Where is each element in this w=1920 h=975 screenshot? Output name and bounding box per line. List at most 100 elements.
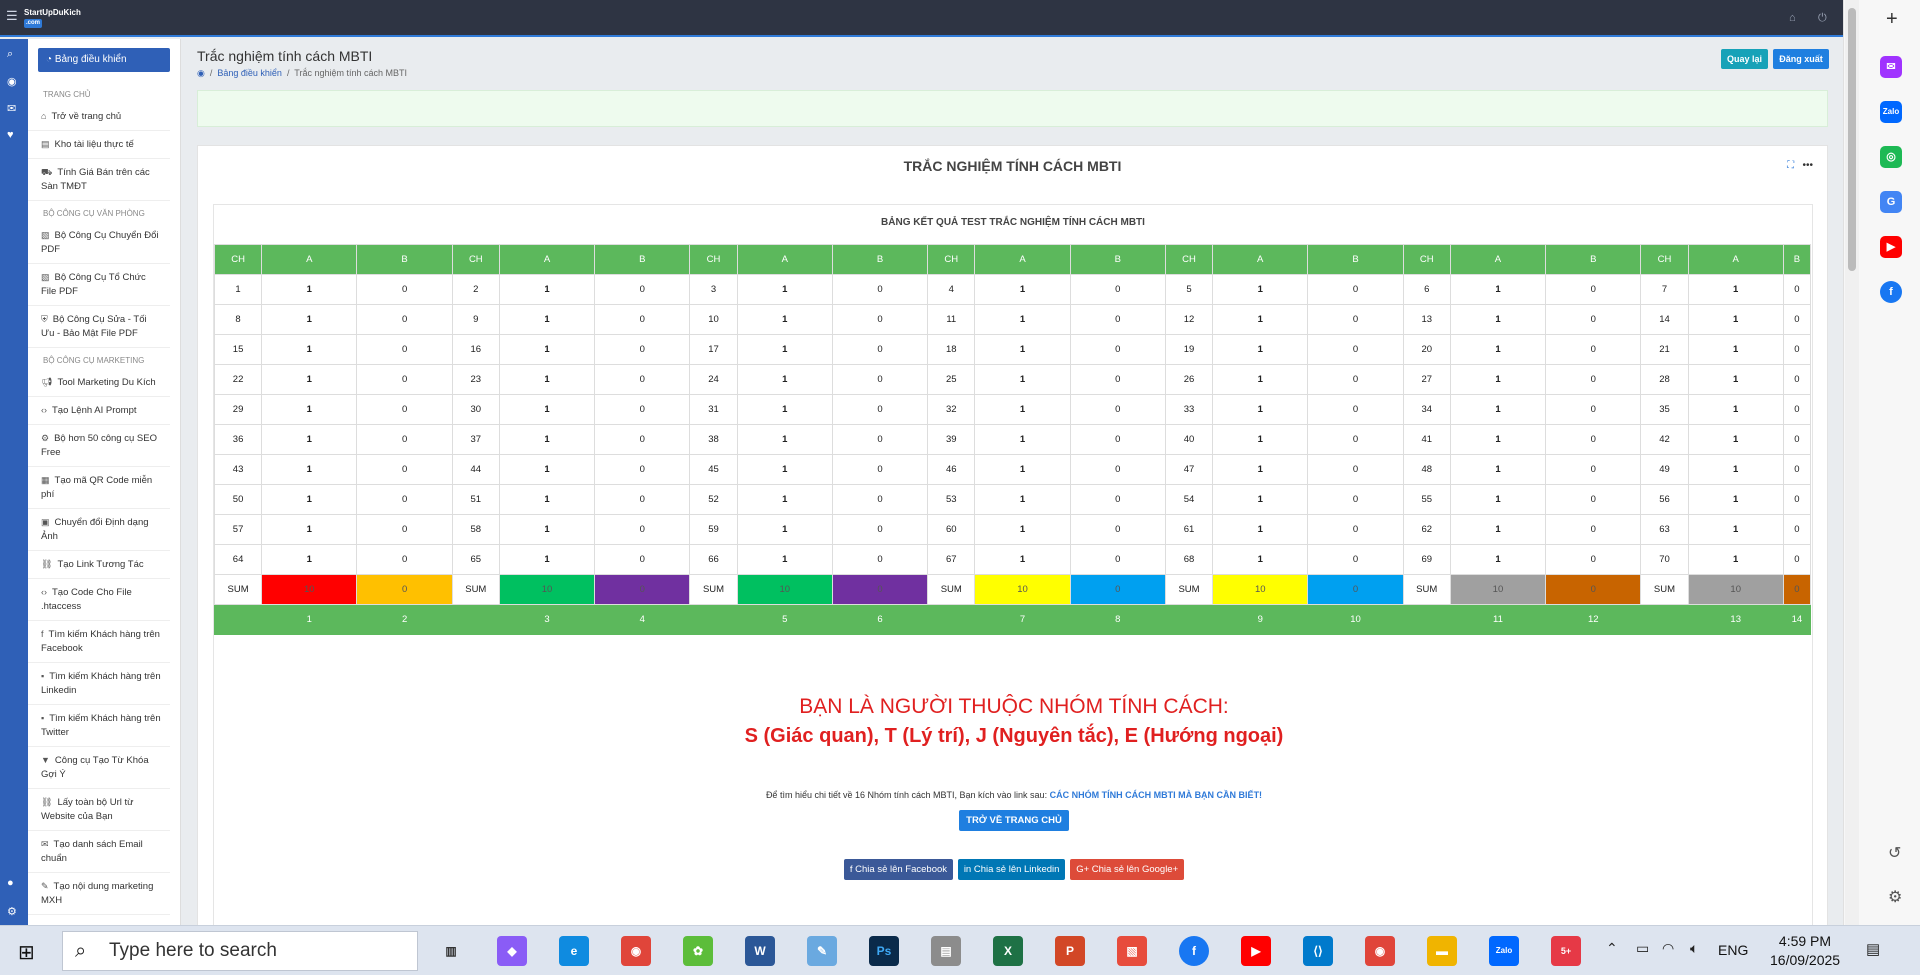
wifi-icon[interactable]: ◠ bbox=[1662, 940, 1674, 957]
notepad-icon[interactable]: ▤ bbox=[931, 936, 961, 966]
footer-number-cell: 5 bbox=[736, 604, 833, 635]
answer-a-cell: 1 bbox=[736, 394, 833, 425]
copilot-icon[interactable]: ◆ bbox=[497, 936, 527, 966]
vscode-icon[interactable]: ⟨⟩ bbox=[1303, 936, 1333, 966]
zalo-icon[interactable]: Zalo bbox=[1880, 101, 1902, 123]
sidebar-item[interactable]: ▪ Tìm kiếm Khách hàng trên Linkedin bbox=[28, 663, 170, 705]
sidebar-item[interactable]: ✉ Tạo danh sách Email chuẩn bbox=[28, 831, 170, 873]
sidebar-item[interactable]: ⛟ Tính Giá Bán trên các Sàn TMĐT bbox=[28, 159, 170, 201]
messenger-icon[interactable]: ✉ bbox=[1880, 56, 1902, 78]
sidebar-item[interactable]: ▼ Công cụ Tạo Từ Khóa Gợi Ý bbox=[28, 747, 170, 789]
clock[interactable]: 4:59 PM 16/09/2025 bbox=[1770, 932, 1840, 970]
breadcrumb-home[interactable]: Bảng điều khiển bbox=[217, 68, 282, 78]
sidebar-item[interactable]: 📢︎ Tool Marketing Du Kích bbox=[28, 369, 170, 397]
answer-b-cell: 0 bbox=[1069, 364, 1166, 395]
pdf-icon[interactable]: ▧ bbox=[1117, 936, 1147, 966]
sidebar-item[interactable]: ‹› Tạo Code Cho File .htaccess bbox=[28, 579, 170, 621]
answer-b-cell: 0 bbox=[1069, 334, 1166, 365]
answer-b-cell: 0 bbox=[1782, 484, 1812, 515]
facebook-icon[interactable]: f bbox=[1880, 281, 1902, 303]
word-icon[interactable]: W bbox=[745, 936, 775, 966]
sidebar-item[interactable]: ‹› Tạo Lệnh AI Prompt bbox=[28, 397, 170, 425]
chrome-icon[interactable]: ◉ bbox=[621, 936, 651, 966]
share-facebook-button[interactable]: f Chia sẻ lên Facebook bbox=[843, 859, 954, 880]
sidebar-item[interactable]: ▧ Bộ Công Cụ Tổ Chức File PDF bbox=[28, 264, 170, 306]
logout-button[interactable]: Đăng xuất bbox=[1773, 49, 1829, 69]
mbti-groups-link[interactable]: CÁC NHÓM TÍNH CÁCH MBTI MÀ BẠN CẦN BIẾT! bbox=[1050, 790, 1262, 800]
question-number-cell: 35 bbox=[1640, 394, 1689, 425]
question-number-cell: 69 bbox=[1402, 544, 1451, 575]
history-icon[interactable]: ↺ bbox=[1888, 843, 1901, 863]
power-icon[interactable]: ⏻ bbox=[1818, 12, 1827, 25]
youtube-icon[interactable]: ▶ bbox=[1880, 236, 1902, 258]
facebook-app-icon[interactable]: f bbox=[1179, 936, 1209, 966]
answer-b-cell: 0 bbox=[594, 304, 691, 335]
file-explorer-icon[interactable]: ▬ bbox=[1427, 936, 1457, 966]
answer-b-cell: 0 bbox=[356, 304, 453, 335]
task-view-icon[interactable]: ▥ bbox=[436, 936, 466, 966]
youtube-app-icon[interactable]: ▶ bbox=[1241, 936, 1271, 966]
windows-start-icon[interactable]: ⊞ bbox=[18, 940, 35, 965]
sum-a-cell: 10 bbox=[1687, 574, 1784, 605]
site-logo[interactable]: StartUpDuKich .com bbox=[24, 8, 86, 28]
home-icon[interactable]: ⌂ bbox=[1789, 12, 1796, 24]
sidebar-item[interactable]: ⌂ Trở về trang chủ bbox=[28, 103, 170, 131]
sidebar-item[interactable]: ▧ Bộ Công Cụ Chuyển Đổi PDF bbox=[28, 222, 170, 264]
mbti-card: TRẮC NGHIỆM TÍNH CÁCH MBTI ⛶ ••• BẢNG KẾ… bbox=[197, 145, 1828, 964]
chrome-profile-icon[interactable]: ◉ bbox=[1365, 936, 1395, 966]
excel-icon[interactable]: X bbox=[993, 936, 1023, 966]
volume-icon[interactable]: 🔈︎ bbox=[1690, 940, 1698, 957]
share-linkedin-button[interactable]: in Chia sẻ lên Linkedin bbox=[957, 859, 1066, 880]
sidebar-dashboard-button[interactable]: ◔ Bảng điều khiển bbox=[38, 48, 170, 72]
home-button[interactable]: TRỞ VỀ TRANG CHỦ bbox=[959, 810, 1069, 831]
answer-b-cell: 0 bbox=[1545, 304, 1642, 335]
back-button[interactable]: Quay lại bbox=[1721, 49, 1768, 69]
game-app-icon[interactable]: 5+ bbox=[1551, 936, 1581, 966]
sidebar-item[interactable]: ▪ Tìm kiếm Khách hàng trên Twitter bbox=[28, 705, 170, 747]
notification-icon[interactable]: ▤ bbox=[1866, 940, 1880, 958]
menu-icon[interactable]: ☰ bbox=[6, 9, 20, 22]
camera-icon[interactable]: ▭ bbox=[1636, 940, 1649, 957]
paint-icon[interactable]: ✎ bbox=[807, 936, 837, 966]
sidebar-item[interactable]: ▣ Chuyển đổi Định dạng Ảnh bbox=[28, 509, 170, 551]
dashboard-icon[interactable]: ◉ bbox=[7, 75, 17, 88]
sidebar-item[interactable]: ▤ Kho tài liệu thực tế bbox=[28, 131, 170, 159]
translate-icon[interactable]: G bbox=[1880, 191, 1902, 213]
gamepad-icon[interactable]: ◎ bbox=[1880, 146, 1902, 168]
more-icon[interactable]: ••• bbox=[1802, 160, 1813, 171]
sidebar-item[interactable]: ⚙ Bộ hơn 50 công cụ SEO Free bbox=[28, 425, 170, 467]
taskbar-search[interactable]: ⌕ Type here to search bbox=[62, 931, 418, 971]
sidebar-item[interactable]: ✎ Tạo nội dung marketing MXH bbox=[28, 873, 170, 915]
scrollbar-thumb[interactable] bbox=[1848, 8, 1856, 271]
heart-icon[interactable]: ♥ bbox=[7, 129, 14, 141]
table-header-cell: B bbox=[831, 244, 929, 275]
zalo-app-icon[interactable]: Zalo bbox=[1489, 936, 1519, 966]
add-icon[interactable]: + bbox=[1886, 8, 1898, 31]
fullscreen-icon[interactable]: ⛶ bbox=[1787, 160, 1794, 171]
question-number-cell: 29 bbox=[213, 394, 263, 425]
user-icon[interactable]: ● bbox=[7, 877, 14, 889]
sidebar-item[interactable]: ▦ Tạo mã QR Code miễn phí bbox=[28, 467, 170, 509]
globe-icon[interactable]: ◉ bbox=[197, 68, 205, 78]
settings-icon[interactable]: ⚙ bbox=[1888, 887, 1902, 907]
scrollbar[interactable] bbox=[1845, 0, 1859, 925]
question-number-cell: 38 bbox=[689, 424, 738, 455]
gear-icon[interactable]: ⚙ bbox=[7, 905, 17, 918]
answer-a-cell: 1 bbox=[1212, 334, 1309, 365]
coccoc-icon[interactable]: ✿ bbox=[683, 936, 713, 966]
powerpoint-icon[interactable]: P bbox=[1055, 936, 1085, 966]
edge-icon[interactable]: e bbox=[559, 936, 589, 966]
search-icon[interactable]: ⌕ bbox=[7, 48, 13, 61]
chevron-up-icon[interactable]: ⌃ bbox=[1606, 940, 1618, 957]
share-google-button[interactable]: G+ Chia sẻ lên Google+ bbox=[1070, 859, 1185, 880]
language-indicator[interactable]: ENG bbox=[1718, 942, 1748, 958]
sidebar-item[interactable]: f Tìm kiếm Khách hàng trên Facebook bbox=[28, 621, 170, 663]
answer-a-cell: 1 bbox=[261, 334, 358, 365]
sum-label-cell: SUM bbox=[1402, 574, 1451, 605]
mail-icon[interactable]: ✉ bbox=[7, 102, 16, 115]
sidebar-item[interactable]: ⛨ Bộ Công Cụ Sửa - Tối Ưu - Bảo Mật File … bbox=[28, 306, 170, 348]
photoshop-icon[interactable]: Ps bbox=[869, 936, 899, 966]
sidebar-item[interactable]: ⛓ Tạo Link Tương Tác bbox=[28, 551, 170, 579]
answer-b-cell: 0 bbox=[356, 424, 453, 455]
sidebar-item[interactable]: ⛓ Lấy toàn bộ Url từ Website của Bạn bbox=[28, 789, 170, 831]
